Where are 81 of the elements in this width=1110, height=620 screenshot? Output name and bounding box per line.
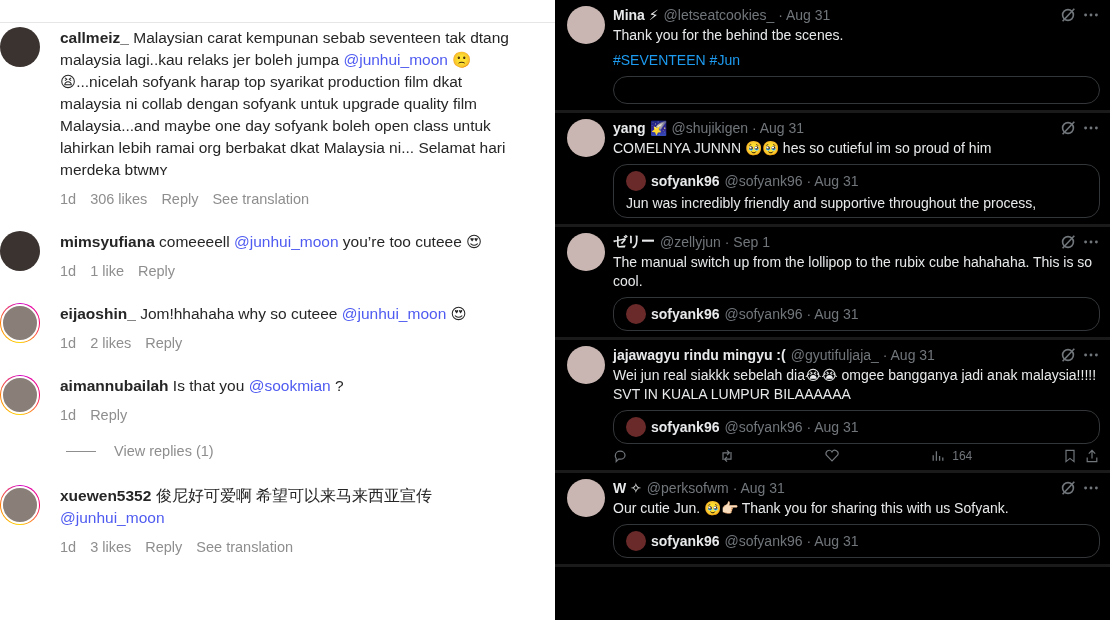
reply-button[interactable]: Reply (90, 407, 128, 423)
likes-count[interactable]: 1 like (90, 263, 124, 279)
slashed-circle-icon[interactable] (1059, 346, 1077, 364)
hashtag-link[interactable]: #SEVENTEEN (613, 52, 706, 68)
display-name[interactable]: yang 🌠 (613, 120, 667, 136)
comment-time: 1d (60, 335, 77, 351)
avatar-circle[interactable] (0, 231, 40, 271)
handle-and-date: @sofyank96 · Aug 31 (724, 173, 859, 189)
avatar-circle[interactable] (567, 346, 605, 384)
display-name: sofyank96 (651, 419, 720, 435)
slashed-circle-icon[interactable] (1059, 479, 1077, 497)
mention-link[interactable]: @junhui_moon (60, 509, 165, 526)
avatar-circle[interactable] (567, 119, 605, 157)
mention-link[interactable]: @junhui_moon (343, 51, 448, 68)
comment-time: 1d (60, 191, 77, 207)
slashed-circle-icon[interactable] (1059, 233, 1077, 251)
mention-link[interactable]: @junhui_moon (234, 233, 339, 250)
avatar-circle[interactable] (0, 27, 40, 67)
tweet-text: Wei jun real siakkk sebelah dia😭😭 omgee bangganya jadi anak malaysia!!!!! SVT IN KUALA LUMPUR BILAAAAAA (613, 366, 1098, 404)
mention-link[interactable]: @junhui_moon (341, 305, 447, 322)
see-translation-button[interactable]: See translation (212, 191, 310, 207)
likes-count[interactable]: 3 likes (90, 539, 132, 555)
display-name[interactable]: W ✧ (613, 480, 642, 496)
display-name[interactable]: jajawagyu rindu mingyu :( (613, 347, 786, 363)
quoted-post[interactable]: sofyank96 @sofyank96 · Aug 31 Jun was incredibly friendly and supportive throughout the process, (613, 164, 1100, 218)
avatar-circle[interactable] (567, 479, 605, 517)
display-name: sofyank96 (651, 533, 720, 549)
comment-text: callmeiz_ Malaysian carat kempunan sebab seventeen tak dtang malaysia lagi..kau relaks jer boleh jumpa @junhui_moon 🙁😫...nicelah sofyank harap top syarikat production film dkat malaysia ni collab dengan sofyank untuk upgrade quality film Malaysia...and maybe one day sofyank boleh open class untuk lahirkan lebih ramai org berbakat dkat Malaysia ni... Selamat hari merdeka btwᴍʏ (60, 28, 510, 180)
heart-icon[interactable] (824, 448, 841, 464)
handle-and-date: @sofyank96 · Aug 31 (724, 306, 859, 322)
reply-button[interactable]: Reply (138, 263, 176, 279)
comment-time: 1d (60, 263, 77, 279)
handle-and-date: @sofyank96 · Aug 31 (724, 533, 859, 549)
handle-and-date: @sofyank96 · Aug 31 (724, 419, 859, 435)
display-name: sofyank96 (651, 173, 720, 189)
slashed-circle-icon[interactable] (1059, 119, 1077, 137)
tweet-text: Thank you for the behind tbe scenes. (613, 26, 845, 45)
view-replies-button[interactable]: View replies (1) (114, 443, 214, 459)
display-name[interactable]: Mina ⚡ (613, 7, 659, 23)
handle-and-date[interactable]: @shujikigen · Aug 31 (671, 120, 805, 136)
comment-text: mimsyufiana comeeeell @junhui_moon you’re too cuteee 😍 (60, 232, 484, 252)
likes-count[interactable]: 306 likes (90, 191, 148, 207)
tweet-text: Our cutie Jun. 🥹👉🏻 Thank you for sharing this with us Sofyank. (613, 499, 1010, 518)
reply-button[interactable]: Reply (145, 335, 183, 351)
handle-and-date[interactable]: @letseatcookies_ · Aug 31 (663, 7, 831, 23)
avatar-circle[interactable] (567, 233, 605, 271)
quoted-post[interactable]: sofyank96 @sofyank96 · Aug 31 (613, 297, 1100, 331)
quoted-text: Jun was incredibly friendly and supportive throughout the process, (626, 195, 1038, 211)
avatar-circle (626, 417, 646, 437)
tweet-text: The manual switch up from the lollipop to the rubix cube hahahaha. This is so cool. (613, 253, 1094, 291)
comment-text: eijaoshin_ Jom!hhahaha why so cuteee @junhui_moon 😍 (60, 304, 468, 324)
tweet-text: COMELNYA JUNNN 🥹🥹 hes so cutieful im so proud of him (613, 139, 993, 158)
display-name: sofyank96 (651, 306, 720, 322)
comment-time: 1d (60, 407, 77, 423)
handle-and-date[interactable]: @gyutifuljaja_ · Aug 31 (790, 347, 935, 363)
username-link[interactable]: eijaoshin_ (60, 305, 136, 322)
reply-button[interactable]: Reply (161, 191, 199, 207)
reply-icon[interactable] (613, 448, 629, 464)
username-link[interactable]: mimsyufiana (60, 233, 155, 250)
mention-link[interactable]: @sookmian (248, 377, 331, 394)
reply-button[interactable]: Reply (145, 539, 183, 555)
slashed-circle-icon[interactable] (1059, 6, 1077, 24)
hashtag-link[interactable]: #Jun (709, 52, 740, 68)
quoted-post[interactable]: sofyank96 @sofyank96 · Aug 31 (613, 410, 1100, 444)
handle-and-date[interactable]: @zellyjun · Sep 1 (660, 234, 770, 250)
comment-time: 1d (60, 539, 77, 555)
display-name[interactable]: ゼリー (613, 233, 655, 251)
username-link[interactable]: aimannubailah (60, 377, 169, 394)
comment-text: xuewen5352 俊尼好可爱啊 希望可以来马来西亚宣传 @junhui_moon (60, 486, 433, 528)
likes-count[interactable]: 2 likes (90, 335, 132, 351)
handle-and-date[interactable]: @perksofwm · Aug 31 (646, 480, 785, 496)
avatar-circle (626, 531, 646, 551)
avatar-circle (626, 304, 646, 324)
see-translation-button[interactable]: See translation (196, 539, 294, 555)
username-link[interactable]: callmeiz_ (60, 29, 129, 46)
view-count: 164 (952, 449, 973, 463)
quoted-post[interactable]: sofyank96 @sofyank96 · Aug 31 (613, 524, 1100, 558)
username-link[interactable]: xuewen5352 (60, 487, 152, 504)
avatar-circle[interactable] (567, 6, 605, 44)
avatar-circle (626, 171, 646, 191)
comment-text: aimannubailah Is that you @sookmian ? (60, 376, 345, 396)
